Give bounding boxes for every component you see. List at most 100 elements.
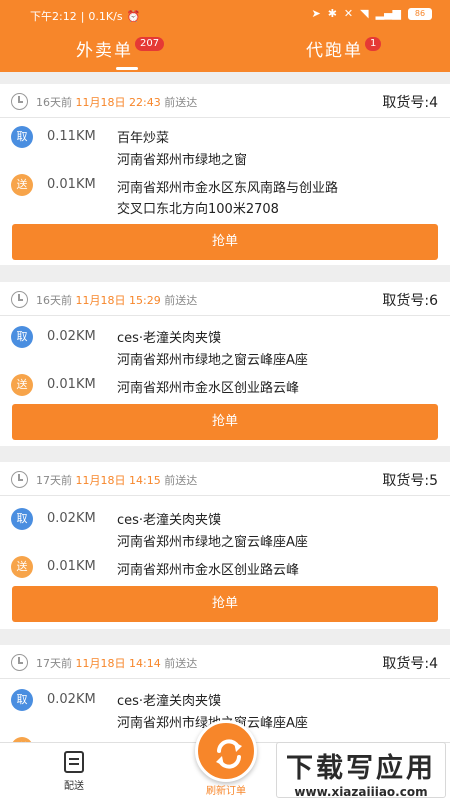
deliver-suffix: 前送达 [164,657,198,670]
pickup-number: 取货号:4 [382,653,438,673]
delivery-deadline: 16天前 11月18日 15:29 前送达 [36,292,197,308]
pickup-address: 河南省郑州市绿地之窗 [117,153,248,168]
order-card: 16天前 11月18日 22:43 前送达 取货号:4 取 0.11KM 百年炒… [0,84,450,265]
delivery-deadline: 17天前 11月18日 14:14 前送达 [36,655,197,671]
order-card-header: 17天前 11月18日 14:14 前送达 取货号:4 [0,645,450,679]
delivery-deadline: 16天前 11月18日 22:43 前送达 [36,94,197,110]
clock-icon [11,654,28,671]
pickup-number-value: 4 [429,656,438,672]
pickup-badge: 取 [11,126,33,148]
pickup-number-label: 取货号: [382,473,430,489]
status-speed: 0.1K/s [88,9,123,23]
pickup-number-value: 4 [429,95,438,111]
watermark-logo: 下载写应用 www.xiazaiiiao.com [276,742,446,799]
deadline-time: 14:15 [129,474,161,487]
pickup-shop-name: 百年炒菜 [117,131,170,146]
tab-errand-count-badge: 1 [365,37,382,51]
order-card-header: 16天前 11月18日 22:43 前送达 取货号:4 [0,84,450,118]
send-badge: 送 [11,174,33,196]
pickup-number: 取货号:6 [382,290,438,310]
bluetooth-icon: ✱ [327,7,337,20]
send-badge: 送 [11,374,33,396]
send-badge: 送 [11,556,33,578]
tab-takeaway-count-badge: 207 [135,37,165,51]
clock-icon [11,93,28,110]
pickup-badge: 取 [11,508,33,530]
nav-delivery-label: 配送 [64,781,84,792]
grab-order-button[interactable]: 抢单 [12,586,438,622]
pickup-address: 河南省郑州市绿地之窗云峰座A座 [117,535,308,550]
nav-delivery[interactable]: 配送 [56,751,92,792]
order-card-header: 17天前 11月18日 14:15 前送达 取货号:5 [0,462,450,496]
battery-icon: 86 [408,7,432,20]
pickup-distance: 0.11KM [47,129,96,144]
deliver-suffix: 前送达 [164,474,198,487]
pickup-number-label: 取货号: [382,95,430,111]
clock-icon [11,471,28,488]
order-card-header: 16天前 11月18日 15:29 前送达 取货号:6 [0,282,450,316]
tab-bar: 外卖单 207 代跑单 1 [0,30,450,72]
days-ago-text: 16天前 [36,294,72,307]
deadline-date: 11月18日 [75,96,126,109]
mute-icon: ✕ [343,7,354,20]
pickup-number: 取货号:5 [382,470,438,490]
status-bar: 下午2:12 | 0.1K/s ⏰ ➤ ✱ ✕ ◥ ▂▄▆ 86 [0,0,450,30]
grab-order-button[interactable]: 抢单 [12,404,438,440]
tab-takeaway-label: 外卖单 [76,41,133,61]
delivery-list-icon [64,751,84,773]
pickup-number: 取货号:4 [382,92,438,112]
location-icon: ➤ [311,7,321,20]
deliver-suffix: 前送达 [164,294,198,307]
grab-order-button[interactable]: 抢单 [12,224,438,260]
deadline-time: 15:29 [129,294,161,307]
days-ago-text: 16天前 [36,96,72,109]
deliver-suffix: 前送达 [164,96,198,109]
tab-errand-orders[interactable]: 代跑单 1 [306,36,382,61]
pickup-badge: 取 [11,689,33,711]
send-address-line1: 河南省郑州市金水区东风南路与创业路 [117,181,339,196]
pickup-shop-name: ces·老潼关肉夹馍 [117,694,222,709]
signal-icon: ▂▄▆ [375,7,401,20]
nav-refresh-label: 刷新订单 [206,786,246,797]
days-ago-text: 17天前 [36,474,72,487]
alarm-icon: ⏰ [126,9,141,23]
clock-icon [11,291,28,308]
pickup-distance: 0.02KM [47,692,96,707]
pickup-number-value: 5 [429,473,438,489]
order-card: 17天前 11月18日 14:15 前送达 取货号:5 取 0.02KM ces… [0,462,450,629]
days-ago-text: 17天前 [36,657,72,670]
pickup-address: 河南省郑州市绿地之窗云峰座A座 [117,353,308,368]
send-address-line2: 交叉口东北方向100米2708 [117,202,279,217]
delivery-deadline: 17天前 11月18日 14:15 前送达 [36,472,197,488]
status-divider: | [80,9,85,23]
pickup-number-label: 取货号: [382,293,430,309]
watermark-title: 下载写应用 [286,753,436,784]
deadline-time: 14:14 [129,657,161,670]
deadline-date: 11月18日 [75,657,126,670]
status-time: 下午2:12 [30,10,77,23]
pickup-number-label: 取货号: [382,656,430,672]
pickup-badge: 取 [11,326,33,348]
deadline-date: 11月18日 [75,294,126,307]
send-address-line1: 河南省郑州市金水区创业路云峰 [117,381,300,396]
pickup-distance: 0.02KM [47,511,96,526]
watermark-url: www.xiazaiiiao.com [294,785,428,799]
pickup-shop-name: ces·老潼关肉夹馍 [117,513,222,528]
send-distance: 0.01KM [47,559,96,574]
tab-errand-label: 代跑单 [306,41,363,61]
wifi-icon: ◥ [360,7,369,20]
pickup-shop-name: ces·老潼关肉夹馍 [117,331,222,346]
pickup-number-value: 6 [429,293,438,309]
deadline-time: 22:43 [129,96,161,109]
status-left: 下午2:12 | 0.1K/s ⏰ [30,8,140,24]
status-right: ➤ ✱ ✕ ◥ ▂▄▆ 86 [311,7,432,20]
send-distance: 0.01KM [47,177,96,192]
pickup-distance: 0.02KM [47,329,96,344]
app-header: 下午2:12 | 0.1K/s ⏰ ➤ ✱ ✕ ◥ ▂▄▆ 86 外卖单 207… [0,0,450,72]
refresh-orders-button[interactable] [195,720,257,782]
tab-takeaway-orders[interactable]: 外卖单 207 [76,36,165,61]
send-distance: 0.01KM [47,377,96,392]
order-card: 16天前 11月18日 15:29 前送达 取货号:6 取 0.02KM ces… [0,282,450,446]
deadline-date: 11月18日 [75,474,126,487]
send-address-line1: 河南省郑州市金水区创业路云峰 [117,563,300,578]
